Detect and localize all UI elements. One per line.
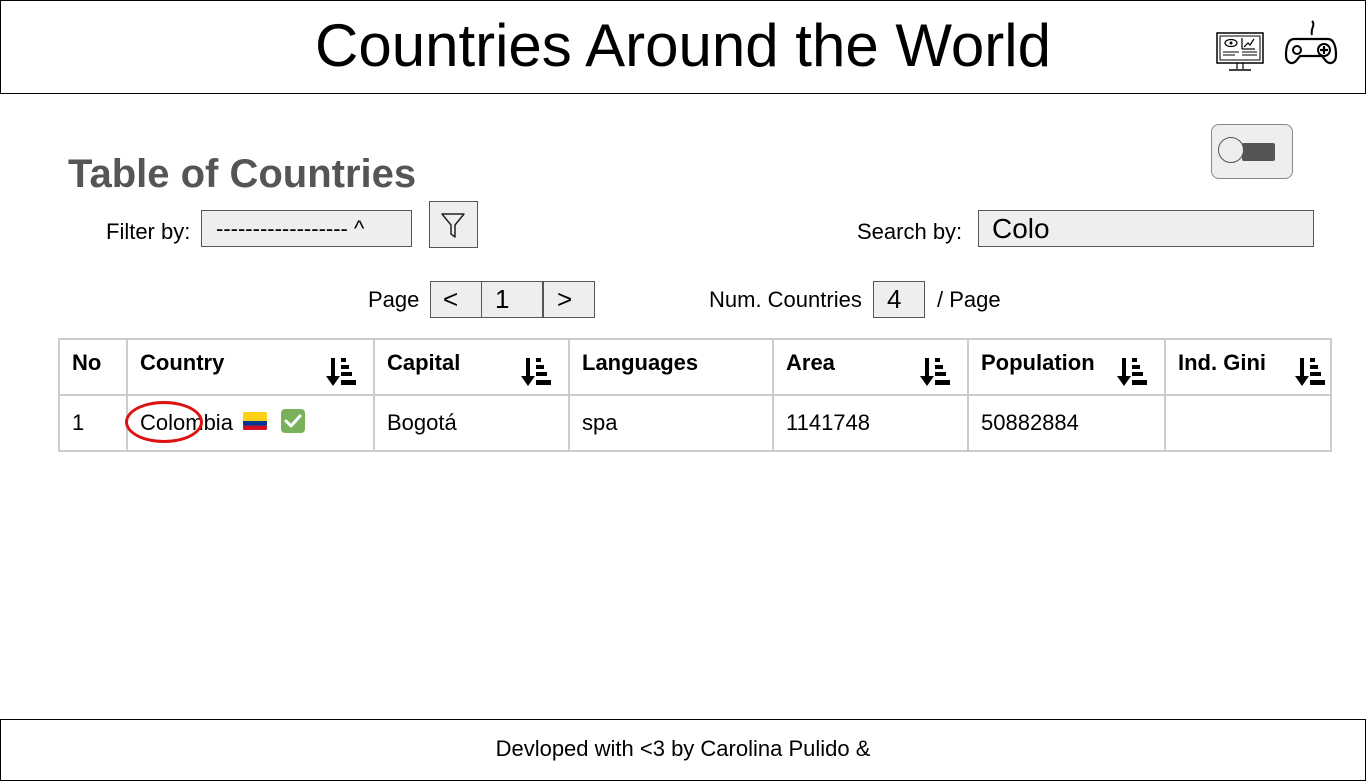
cell-country[interactable]: Colombia bbox=[125, 394, 375, 452]
gamepad-icon[interactable] bbox=[1284, 19, 1338, 69]
cell-population: 50882884 bbox=[967, 394, 1166, 452]
colombia-flag-icon bbox=[243, 412, 268, 431]
page-label: Page bbox=[368, 287, 420, 312]
column-header-languages: Languages bbox=[568, 338, 774, 396]
cell-area: 1141748 bbox=[772, 394, 969, 452]
theme-toggle[interactable] bbox=[1211, 124, 1293, 179]
filter-label: Filter by: bbox=[106, 219, 191, 244]
column-header-no: No bbox=[58, 338, 128, 396]
sort-descending-icon[interactable] bbox=[325, 356, 357, 388]
footer-text: Devloped with <3 by Carolina Pulido & bbox=[495, 736, 871, 761]
app-header: Countries Around the World bbox=[0, 0, 1366, 94]
next-page-button[interactable]: > bbox=[543, 281, 595, 318]
search-input[interactable]: Colo bbox=[978, 210, 1314, 247]
countries-table: No Country Capital Languages Area Popula… bbox=[58, 338, 1332, 452]
toggle-track bbox=[1242, 143, 1275, 161]
column-header-population[interactable]: Population bbox=[967, 338, 1166, 396]
table-row[interactable]: 1 Colombia Bogotá spa 1141748 50882884 bbox=[58, 394, 1332, 452]
app-title: Countries Around the World bbox=[315, 12, 1051, 79]
check-box-icon bbox=[281, 409, 306, 434]
app-footer: Devloped with <3 by Carolina Pulido & bbox=[0, 719, 1366, 781]
prev-page-button[interactable]: < bbox=[430, 281, 482, 318]
cell-capital: Bogotá bbox=[373, 394, 570, 452]
sort-descending-icon[interactable] bbox=[919, 356, 951, 388]
column-header-capital[interactable]: Capital bbox=[373, 338, 570, 396]
sort-descending-icon[interactable] bbox=[1294, 356, 1326, 388]
filter-select[interactable]: ------------------ ^ bbox=[201, 210, 412, 247]
sort-descending-icon[interactable] bbox=[520, 356, 552, 388]
cell-gini bbox=[1164, 394, 1332, 452]
sort-descending-icon[interactable] bbox=[1116, 356, 1148, 388]
filter-button[interactable] bbox=[429, 201, 478, 248]
per-page-label: / Page bbox=[937, 287, 1001, 312]
page-number-input[interactable]: 1 bbox=[481, 281, 543, 318]
filter-icon bbox=[441, 213, 465, 238]
section-title: Table of Countries bbox=[68, 152, 417, 196]
search-label: Search by: bbox=[857, 219, 963, 244]
cell-languages: spa bbox=[568, 394, 774, 452]
monitor-dashboard-icon[interactable] bbox=[1215, 31, 1267, 73]
column-header-gini[interactable]: Ind. Gini bbox=[1164, 338, 1332, 396]
num-countries-label: Num. Countries bbox=[709, 287, 862, 312]
per-page-input[interactable]: 4 bbox=[873, 281, 925, 318]
cell-no: 1 bbox=[58, 394, 128, 452]
country-name: Colombia bbox=[140, 409, 233, 435]
column-header-country[interactable]: Country bbox=[126, 338, 375, 396]
column-header-area[interactable]: Area bbox=[772, 338, 969, 396]
table-header-row: No Country Capital Languages Area Popula… bbox=[58, 338, 1332, 396]
toggle-knob bbox=[1218, 137, 1244, 163]
